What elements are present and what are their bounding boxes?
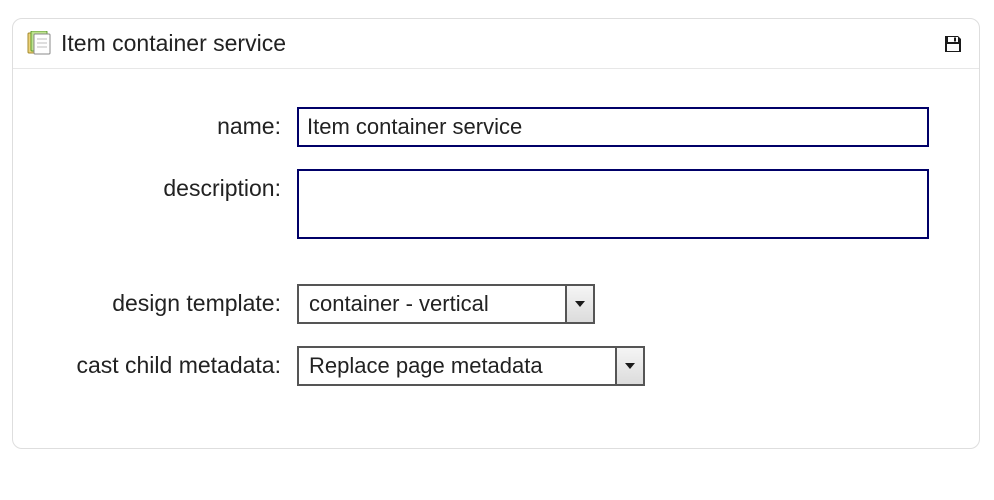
save-icon — [943, 34, 963, 54]
label-description: description: — [49, 169, 297, 202]
row-name: name: — [49, 107, 943, 147]
description-textarea[interactable] — [297, 169, 929, 239]
chevron-down-icon — [574, 298, 586, 310]
cast-child-metadata-selected: Replace page metadata — [299, 348, 615, 384]
name-input[interactable] — [297, 107, 929, 147]
design-template-selected: container - vertical — [299, 286, 565, 322]
chevron-down-icon — [624, 360, 636, 372]
save-button[interactable] — [941, 32, 965, 56]
row-cast-child-metadata: cast child metadata: Replace page metada… — [49, 346, 943, 386]
item-container-panel: Item container service name: descripti — [12, 18, 980, 449]
design-template-select[interactable]: container - vertical — [297, 284, 595, 324]
row-design-template: design template: container - vertical — [49, 284, 943, 324]
row-description: description: — [49, 169, 943, 244]
cast-child-metadata-select[interactable]: Replace page metadata — [297, 346, 645, 386]
label-name: name: — [49, 107, 297, 140]
dropdown-button[interactable] — [615, 348, 643, 384]
panel-title: Item container service — [61, 30, 286, 57]
dropdown-button[interactable] — [565, 286, 593, 322]
documents-stack-icon — [23, 28, 55, 60]
panel-header: Item container service — [13, 19, 979, 69]
form-body: name: description: design template: cont… — [13, 69, 979, 448]
label-design-template: design template: — [49, 284, 297, 317]
label-cast-child-metadata: cast child metadata: — [49, 346, 297, 379]
